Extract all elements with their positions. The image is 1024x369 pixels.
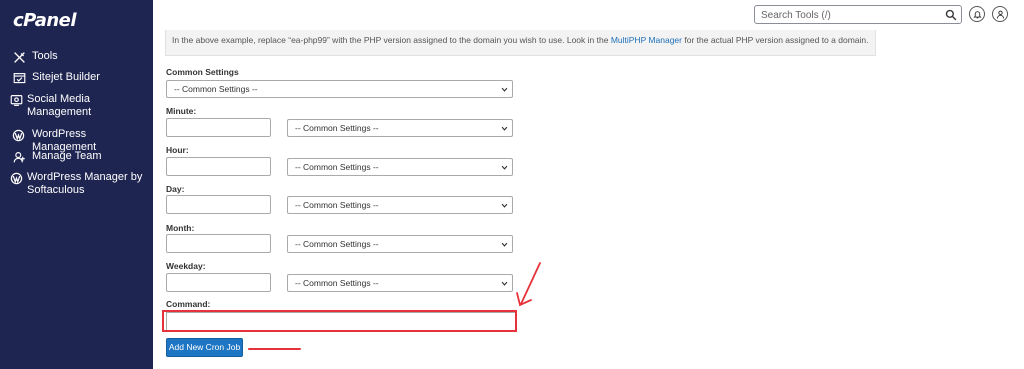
bell-icon [972,10,982,18]
tools-icon [10,50,28,64]
month-select-value: -- Common Settings -- [295,239,379,249]
weekday-label: Weekday: [166,261,206,271]
sidebar-item-label: WordPress Manager by Softaculous [27,171,143,196]
month-input[interactable] [166,234,271,253]
minute-common-select[interactable]: -- Common Settings -- [287,119,513,137]
sitejet-icon [10,71,28,85]
wordpress-icon [10,171,23,185]
sidebar-item-label: Manage Team [32,150,102,162]
search-box[interactable] [754,5,962,24]
sidebar-item-tools[interactable]: Tools [10,50,58,64]
add-new-cron-job-button[interactable]: Add New Cron Job [166,338,243,357]
hour-label: Hour: [166,145,189,155]
user-menu-button[interactable] [992,6,1008,22]
search-input[interactable] [759,7,943,24]
chevron-down-icon [501,203,508,208]
sidebar-item-label: Social Media Management [27,93,92,118]
command-label: Command: [166,299,211,309]
sidebar: cPanel Tools Sitejet Builder Social Medi… [0,0,153,369]
chevron-down-icon [501,281,508,286]
annotation-arrow [516,262,541,307]
sidebar-item-wordpress-manager-softaculous[interactable]: WordPress Manager by Softaculous [10,171,150,197]
team-icon [10,150,28,164]
minute-select-value: -- Common Settings -- [295,123,379,133]
month-label: Month: [166,223,195,233]
chevron-down-icon [501,87,508,92]
sidebar-item-label: Tools [32,50,58,62]
user-icon [996,10,1004,18]
social-media-icon [10,93,23,107]
notifications-button[interactable] [969,6,985,22]
hour-select-value: -- Common Settings -- [295,162,379,172]
common-settings-select[interactable]: -- Common Settings -- [166,80,513,98]
day-select-value: -- Common Settings -- [295,200,379,210]
minute-input[interactable] [166,118,271,137]
common-settings-label: Common Settings [166,67,239,77]
minute-label: Minute: [166,106,197,116]
command-highlight-box [162,310,517,332]
search-icon[interactable] [945,9,957,21]
sidebar-item-social-media-management[interactable]: Social Media Management [10,93,110,119]
month-common-select[interactable]: -- Common Settings -- [287,235,513,253]
cpanel-logo[interactable]: cPanel [13,10,77,31]
wordpress-icon [10,128,28,142]
multiphp-manager-link[interactable]: MultiPHP Manager [611,35,682,45]
common-settings-select-value: -- Common Settings -- [174,84,258,94]
hour-common-select[interactable]: -- Common Settings -- [287,158,513,176]
php-version-note: In the above example, replace “ea-php99”… [165,30,876,56]
day-common-select[interactable]: -- Common Settings -- [287,196,513,214]
chevron-down-icon [501,126,508,131]
sidebar-item-manage-team[interactable]: Manage Team [10,150,102,164]
note-text-before: In the above example, replace “ea-php99”… [172,35,611,45]
weekday-input[interactable] [166,273,271,292]
note-text-after: for the actual PHP version assigned to a… [682,35,869,45]
sidebar-item-label: Sitejet Builder [32,71,100,83]
weekday-common-select[interactable]: -- Common Settings -- [287,274,513,292]
day-label: Day: [166,184,185,194]
weekday-select-value: -- Common Settings -- [295,278,379,288]
sidebar-item-sitejet-builder[interactable]: Sitejet Builder [10,71,100,85]
hour-input[interactable] [166,157,271,176]
day-input[interactable] [166,195,271,214]
chevron-down-icon [501,242,508,247]
chevron-down-icon [501,165,508,170]
